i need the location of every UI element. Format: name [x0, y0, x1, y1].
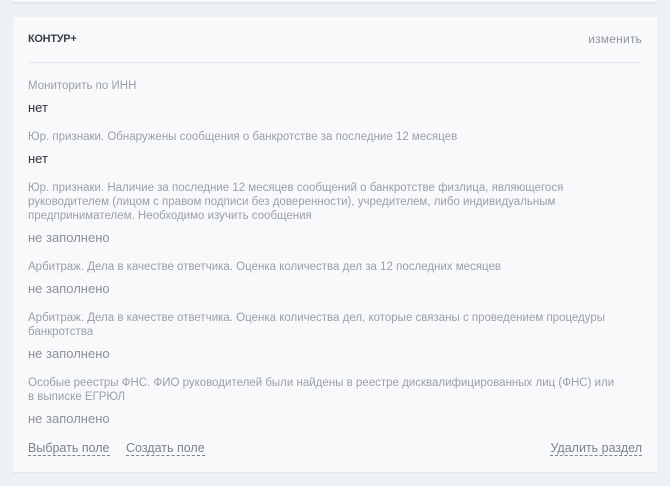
field-item: Арбитраж. Дела в качестве ответчика. Оце… [28, 260, 618, 297]
section-header: КОНТУР+ изменить [28, 32, 642, 47]
field-value: не заполнено [28, 230, 110, 245]
field-label: Юр. признаки. Наличие за последние 12 ме… [28, 182, 564, 222]
divider [28, 62, 642, 63]
field-label: Арбитраж. Дела в качестве ответчика. Оце… [28, 312, 606, 338]
section-title: КОНТУР+ [28, 33, 77, 45]
edit-button[interactable]: изменить [588, 32, 642, 46]
field-item: Юр. признаки. Обнаружены сообщения о бан… [28, 130, 618, 167]
field-value: не заполнено [28, 411, 110, 426]
delete-section-link[interactable]: Удалить раздел [550, 441, 642, 456]
field-label: Мониторить по ИНН [28, 80, 137, 92]
field-label: Арбитраж. Дела в качестве ответчика. Оце… [28, 261, 501, 273]
previous-card [13, 0, 657, 2]
field-label: Особые реестры ФНС. ФИО руководителей бы… [28, 377, 615, 403]
field-item: Арбитраж. Дела в качестве ответчика. Оце… [28, 311, 618, 362]
field-item: Особые реестры ФНС. ФИО руководителей бы… [28, 376, 618, 427]
field-item: Мониторить по ИНН нет [28, 79, 618, 116]
field-label: Юр. признаки. Обнаружены сообщения о бан… [28, 131, 458, 143]
section-card: КОНТУР+ изменить Мониторить по ИНН нет Ю… [13, 17, 657, 472]
select-field-link[interactable]: Выбрать поле [28, 441, 110, 456]
field-value: нет [28, 100, 48, 115]
field-value: не заполнено [28, 281, 110, 296]
field-value: нет [28, 151, 48, 166]
create-field-link[interactable]: Создать поле [126, 441, 205, 456]
field-value: не заполнено [28, 346, 110, 361]
field-item: Юр. признаки. Наличие за последние 12 ме… [28, 181, 618, 246]
